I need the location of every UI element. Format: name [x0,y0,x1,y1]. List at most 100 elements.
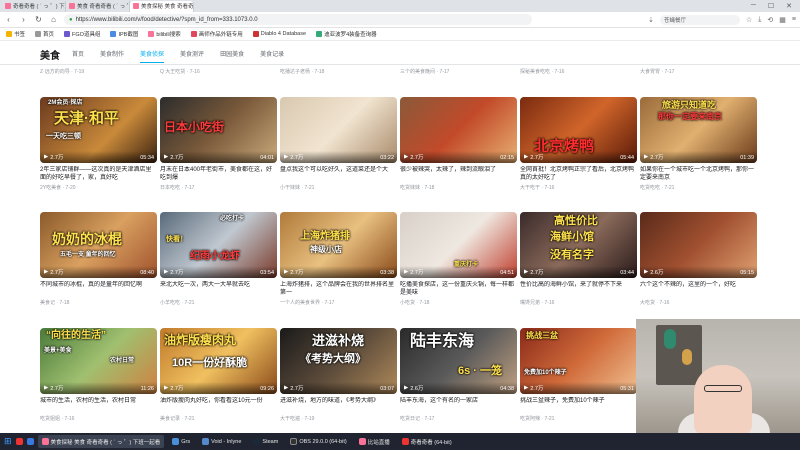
video-thumbnail[interactable]: ▶ 2.6万 05:15 [640,212,757,278]
close-icon[interactable]: ✕ [786,2,792,10]
video-author-date[interactable]: 小吃货 · 7-18 [400,299,517,306]
browser-tab[interactable]: 奇看奇看 ( ´ っ ゜) 下班一起看 [2,0,66,12]
windows-start-icon[interactable]: ⊞ [4,436,12,447]
minimize-icon[interactable]: ─ [751,2,756,10]
video-card[interactable]: 油炸版瘦肉丸 10R一份好酥脆 ▶ 2.7万 09:26 油炸版瘦肉丸好吃，你看看… [160,328,277,422]
video-thumbnail[interactable]: 挑战三盆 免费加10个辣子 ▶ 2.7万 05:31 [520,328,637,394]
taskbar-item[interactable]: Steam [249,435,282,448]
url-bar[interactable]: ● https://www.bilibili.com/v/food/detect… [64,14,532,25]
tab-food-review[interactable]: 美食测评 [180,49,204,63]
app-icon[interactable] [15,438,23,445]
tab-home[interactable]: 首页 [72,49,84,63]
video-author-date[interactable]: 小羊吃吃 · 7-21 [160,299,277,306]
video-meta[interactable]: Q 大王吃货 · 7-16 [160,68,200,75]
video-card[interactable]: 快看！ 纪雨小龙虾 必吃打卡 ▶ 2.7万 03:54 来北大吃一次，两大一大早就… [160,212,277,306]
video-card[interactable]: 北京烤鸭 ▶ 2.7万 05:44 全网首批！北京烤鸭正宗了看后，北京烤鸭真的太好… [520,97,637,191]
taskbar-item[interactable]: Void - Inlyne [198,435,245,448]
video-title[interactable]: 城市的生活，农村的生活，农村日常 [40,397,157,413]
video-author-date[interactable]: 吃货姐姐 · 7-16 [40,415,157,422]
video-author-date[interactable]: 日本吃吃 · 7-17 [160,184,277,191]
video-title[interactable]: 油炸版瘦肉丸好吃，你看看这10元一份 [160,397,277,413]
back-icon[interactable]: ‹ [4,15,13,24]
video-thumbnail[interactable]: 快看！ 纪雨小龙虾 必吃打卡 ▶ 2.7万 03:54 [160,212,277,278]
bookmark-item[interactable]: 画师作品外链专用 [190,30,243,38]
video-author-date[interactable]: 一个人的美食世界 · 7-17 [280,299,397,306]
bookmark-item[interactable]: 书签 [6,30,25,38]
video-author-date[interactable]: 吃货日记 · 7-17 [400,415,517,422]
video-card[interactable]: 日本小吃街 ▶ 2.7万 04:01 月末在日本400年老街市，美食都在这，好吃到… [160,97,277,191]
video-title[interactable]: 全网首批！北京烤鸭正宗了看后，北京烤鸭真的太好吃了 [520,166,637,182]
video-meta[interactable]: 大食胃胃 · 7-17 [640,68,674,75]
video-thumbnail[interactable]: 高性价比 海鲜小馆 没有名字 ▶ 2.7万 03:44 [520,212,637,278]
video-author-date[interactable]: 吃货吃吃 · 7-21 [640,184,757,191]
video-card[interactable]: ▶ 2.7万 03:22 盘点我这个可以吃好久，这道菜还是个大 小干妹妹 · 7-… [280,97,397,191]
video-title[interactable]: 上海炸猪排，这个品牌会在我的世界排名里第一 [280,281,397,297]
video-title[interactable]: 很少被辣哭，太辣了，辣到流眼泪了 [400,166,517,182]
video-author-date[interactable]: 美食记录 · 7-21 [160,415,277,422]
taskbar-item[interactable]: Grs [168,435,194,448]
video-title[interactable]: 进滋补烧，地方的味道，《考势大纲》 [280,397,397,413]
star-icon[interactable]: ☆ [746,16,752,24]
video-author-date[interactable]: 小干妹妹 · 7-21 [280,184,397,191]
video-author-date[interactable]: 美食记 · 7-18 [40,299,157,306]
home-icon[interactable]: ⌂ [49,15,58,24]
video-title[interactable]: 盘点我这个可以吃好久，这道菜还是个大 [280,166,397,182]
video-thumbnail[interactable]: “向往的生活” 美景+美食 农村日常 ▶ 2.7万 11:26 [40,328,157,394]
extensions-icon[interactable]: ▦ [779,16,786,24]
taskbar-item[interactable]: 比站直播 [355,435,394,448]
taskbar-item[interactable]: OBS 29.0.0 (64-bit) [286,435,350,448]
video-card[interactable]: 进滋补烧 《考势大纲》 ▶ 2.7万 03:07 进滋补烧，地方的味道，《考势大纲… [280,328,397,422]
video-title[interactable]: 如果你在一个城市吃一个北京烤鸭，那你一定要来南京 [640,166,757,182]
taskbar-item[interactable]: 奇看奇看 (64-bit) [398,435,456,448]
video-card[interactable]: 挑战三盆 免费加10个辣子 ▶ 2.7万 05:31 挑战三盆辣子，免费加10个辣… [520,328,637,422]
video-meta[interactable]: 三个的美食晚间 · 7-17 [400,68,449,75]
bookmark-item[interactable]: 迪亚波罗4装备查询器 [316,30,377,38]
taskbar-browser-item[interactable]: 美食探秘 美食 奇看奇看 ( ´ っ ゜) 下班一起看 [37,435,165,448]
video-author-date[interactable]: 吃货阿辣 · 7-21 [520,415,637,422]
video-title[interactable]: 陆丰东海，这个有名的一家店 [400,397,517,413]
video-thumbnail[interactable]: 日本小吃街 ▶ 2.7万 04:01 [160,97,277,163]
reload-icon[interactable]: ↻ [34,15,43,24]
video-card[interactable]: ▶ 2.6万 05:15 六个这个不辣的，这里的一个，好吃 大吃货 · 7-16 [640,212,757,306]
bookmark-item[interactable]: 首页 [35,30,54,38]
video-thumbnail[interactable]: ▶ 2.7万 02:15 [400,97,517,163]
maximize-icon[interactable]: ☐ [768,2,774,10]
browser-icon[interactable] [26,438,34,445]
video-meta[interactable]: 探秘美食吃吃 · 7-16 [520,68,564,75]
browser-tab-active[interactable]: 美食探秘 美食 奇看奇看 ( ´ っ ゜) 下班一起看 [130,0,194,12]
tab-rural-food[interactable]: 田园美食 [220,49,244,63]
video-card[interactable]: 奶奶的冰棍 五毛一支 童年的回忆 ▶ 2.7万 08:40 不同城市的冰棍，真的是… [40,212,157,306]
download-manager-icon[interactable]: ⤓ [758,16,761,24]
history-icon[interactable]: ⟲ [767,16,773,24]
tab-food-making[interactable]: 美食制作 [100,49,124,63]
video-card[interactable]: 高性价比 海鲜小馆 没有名字 ▶ 2.7万 03:44 性价比高的海鲜小馆，来了就… [520,212,637,306]
video-title[interactable]: 来北大吃一次，两大一大早就去吃 [160,281,277,297]
browser-tab[interactable]: 美食 奇看奇看 ( ´ っ ゜) 下班一起看 [66,0,130,12]
video-card[interactable]: ▶ 2.7万 02:15 很少被辣哭，太辣了，辣到流眼泪了 吃货妹妹 · 7-18 [400,97,517,191]
video-thumbnail[interactable]: 2M会员·探店 天津·和平 一天吃三顿 ▶ 2.7万 05:34 [40,97,157,163]
forward-icon[interactable]: › [19,15,28,24]
video-card[interactable]: 重庆打卡 ▶ 2.7万 04:51 吃播美食探店，这一份重庆火锅，每一样都是美味 … [400,212,517,306]
video-author-date[interactable]: 大吃货 · 7-16 [640,299,757,306]
video-card[interactable]: 上海炸猪排 神级小店 ▶ 2.7万 03:38 上海炸猪排，这个品牌会在我的世界排… [280,212,397,306]
tab-food-record[interactable]: 美食记录 [260,49,284,63]
video-title[interactable]: 六个这个不辣的，这里的一个，好吃 [640,281,757,297]
video-thumbnail[interactable]: 重庆打卡 ▶ 2.7万 04:51 [400,212,517,278]
video-author-date[interactable]: 吃货妹妹 · 7-18 [400,184,517,191]
video-meta[interactable]: 吃播达子老杨 · 7-18 [280,68,324,75]
download-icon[interactable]: ⇣ [648,16,654,24]
video-thumbnail[interactable]: 陆丰东海 6s · 一笼 ▶ 2.6万 04:38 [400,328,517,394]
video-meta[interactable]: Z·远方的向导 · 7-19 [40,68,84,75]
video-card[interactable]: 陆丰东海 6s · 一笼 ▶ 2.6万 04:38 陆丰东海，这个有名的一家店 吃… [400,328,517,422]
menu-icon[interactable]: ≡ [792,16,796,23]
video-thumbnail[interactable]: ▶ 2.7万 03:22 [280,97,397,163]
video-thumbnail[interactable]: 奶奶的冰棍 五毛一支 童年的回忆 ▶ 2.7万 08:40 [40,212,157,278]
tab-food-detective[interactable]: 美食侦探 [140,49,165,63]
video-thumbnail[interactable]: 进滋补烧 《考势大纲》 ▶ 2.7万 03:07 [280,328,397,394]
video-author-date[interactable]: 大干吃干 · 7-16 [520,184,637,191]
video-card[interactable]: 2M会员·探店 天津·和平 一天吃三顿 ▶ 2.7万 05:34 2年三家店铺群—… [40,97,157,191]
video-author-date[interactable]: 大干吃遍 · 7-19 [280,415,397,422]
bookmark-item[interactable]: FGO道具组 [64,30,100,38]
video-author-date[interactable]: 2Y吃美食 · 7-20 [40,184,157,191]
bookmark-item[interactable]: IPB截图 [110,30,138,38]
